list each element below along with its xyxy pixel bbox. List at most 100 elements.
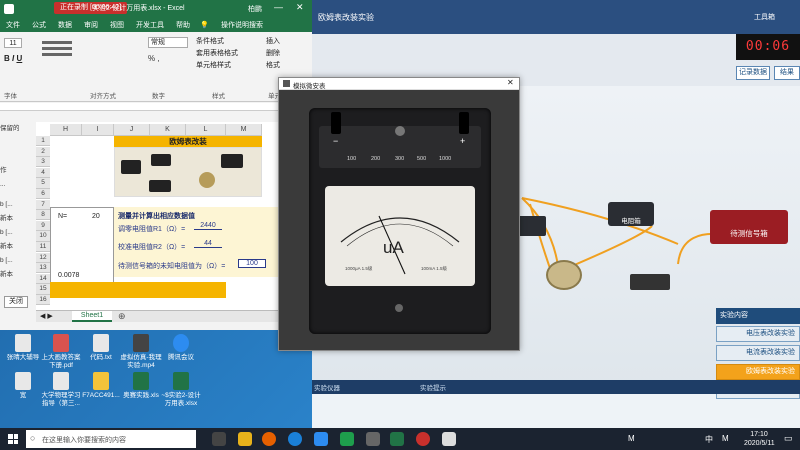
desktop-icon[interactable]: 奥赛实践.xls (120, 372, 162, 400)
align-icon[interactable] (42, 41, 72, 44)
terminal-plus[interactable] (459, 112, 469, 134)
meeting-icon[interactable] (314, 432, 328, 446)
row-header[interactable]: 3 (36, 157, 50, 168)
power-supply[interactable] (518, 216, 546, 236)
desktop-icon[interactable]: 上大画教答案下册.pdf (40, 334, 82, 370)
record-data-button[interactable]: 记录数据 (736, 66, 770, 80)
user-name[interactable]: 柏鹏 (248, 4, 262, 14)
col-header[interactable]: H (50, 124, 82, 136)
row-header[interactable]: 11 (36, 242, 50, 253)
desktop-icon[interactable]: 宽 (2, 372, 44, 400)
row-header[interactable]: 4 (36, 167, 50, 178)
sheet-tab[interactable]: Sheet1 (72, 311, 112, 322)
number-format-select[interactable]: 常规 (148, 37, 188, 48)
align-icon[interactable] (42, 53, 72, 56)
toolbox-label[interactable]: 工具箱 (754, 12, 775, 22)
close-icon[interactable]: ✕ (296, 2, 304, 13)
col-header[interactable]: K (150, 124, 186, 136)
desktop-icon[interactable]: 张晴大辅导 (2, 334, 44, 362)
delete-button[interactable]: 删除 (266, 48, 280, 60)
desktop-icon[interactable]: ~$实验2-设计万用表.xlsx (160, 372, 202, 408)
desktop-icon[interactable]: 大学物理学习指导（第三... (40, 372, 82, 408)
table-format-button[interactable]: 套用表格格式 (196, 48, 238, 60)
save-icon[interactable] (4, 4, 14, 14)
tab-instruments[interactable]: 实验仪器 (314, 382, 340, 392)
r2-value[interactable]: 44 (194, 240, 222, 248)
potentiometer[interactable] (546, 260, 582, 290)
desktop-icon[interactable]: F7ACC491... (80, 372, 122, 400)
align-icon[interactable] (42, 47, 72, 50)
switch[interactable] (630, 274, 670, 290)
bold-button[interactable]: B I U (4, 54, 22, 63)
row-header[interactable]: 9 (36, 220, 50, 231)
experiment-item-ohmmeter[interactable]: 欧姆表改装实验 (716, 364, 800, 380)
app-icon[interactable] (442, 432, 456, 446)
unknown-signal-box[interactable]: 待测信号箱 (710, 210, 788, 244)
tab-developer[interactable]: 开发工具 (130, 18, 170, 32)
add-sheet-icon[interactable]: ⊕ (118, 311, 126, 322)
close-button[interactable]: 关闭 (4, 296, 28, 308)
ime-mode-indicator[interactable]: M (628, 434, 635, 443)
col-header[interactable]: J (114, 124, 150, 136)
conditional-format-button[interactable]: 条件格式 (196, 36, 238, 48)
close-icon[interactable]: ✕ (507, 78, 514, 87)
row-header[interactable]: 1 (36, 136, 50, 147)
row-header[interactable]: 14 (36, 273, 50, 284)
row-header[interactable]: 12 (36, 252, 50, 263)
tab-file[interactable]: 文件 (0, 18, 26, 32)
tab-formulas[interactable]: 公式 (26, 18, 52, 32)
record-icon[interactable] (416, 432, 430, 446)
row-header[interactable]: 5 (36, 178, 50, 189)
taskbar-search[interactable]: ○ 在这里输入你要搜索的内容 (26, 430, 196, 448)
tab-hints[interactable]: 实验提示 (420, 382, 446, 392)
resistance-box[interactable]: 电阻箱 (608, 202, 654, 226)
row-header[interactable]: 8 (36, 210, 50, 221)
explorer-icon[interactable] (238, 432, 252, 446)
row-header[interactable]: 2 (36, 146, 50, 157)
desktop-icon[interactable]: 虚拟仿真-我理实验.mp4 (120, 334, 162, 370)
row-header[interactable]: 13 (36, 263, 50, 274)
ime-indicator[interactable]: 中 (705, 434, 713, 445)
notification-icon[interactable]: ▭ (784, 433, 793, 444)
zero-adjust-knob[interactable] (395, 126, 405, 136)
terminal-minus[interactable] (331, 112, 341, 134)
tell-me-search[interactable]: 操作说明搜索 (215, 18, 269, 32)
desktop-icon[interactable]: 腾讯会议 (160, 334, 202, 362)
cell-style-button[interactable]: 单元格样式 (196, 60, 238, 72)
row-header[interactable]: 6 (36, 189, 50, 200)
firefox-icon[interactable] (262, 432, 276, 446)
wechat-icon[interactable] (340, 432, 354, 446)
tab-data[interactable]: 数据 (52, 18, 78, 32)
sheet-nav-icon[interactable]: ◀ ▶ (40, 312, 53, 320)
experiment-item-ammeter[interactable]: 电流表改装实验 (716, 345, 800, 361)
r1-value[interactable]: 2440 (194, 222, 222, 230)
tab-review[interactable]: 审阅 (78, 18, 104, 32)
rx-value[interactable]: 100 (238, 259, 266, 268)
desktop-icon[interactable]: 代码.txt (80, 334, 122, 362)
windows-start-icon[interactable] (8, 434, 18, 444)
formula-bar[interactable] (0, 103, 312, 111)
minimize-icon[interactable]: — (274, 2, 283, 12)
result-button[interactable]: 结果 (774, 66, 800, 80)
row-header[interactable]: 7 (36, 199, 50, 210)
insert-button[interactable]: 插入 (266, 36, 280, 48)
row-header[interactable]: 10 (36, 231, 50, 242)
tab-help[interactable]: 帮助 (170, 18, 196, 32)
row-header[interactable]: 15 (36, 284, 50, 295)
col-header[interactable]: M (226, 124, 262, 136)
edge-icon[interactable] (288, 432, 302, 446)
tab-view[interactable]: 视图 (104, 18, 130, 32)
app-icon[interactable] (366, 432, 380, 446)
cell-h15[interactable]: 0.0078 (58, 272, 79, 279)
col-header[interactable]: I (82, 124, 114, 136)
row-header[interactable]: 16 (36, 295, 50, 306)
experiment-item-voltmeter[interactable]: 电压表改装实验 (716, 326, 800, 342)
n-value[interactable]: 20 (92, 213, 100, 220)
col-header[interactable]: L (186, 124, 226, 136)
excel-icon[interactable] (390, 432, 404, 446)
font-size-box[interactable]: 11 (4, 38, 22, 48)
format-button[interactable]: 格式 (266, 60, 280, 72)
task-view-icon[interactable] (212, 432, 226, 446)
percent-icon[interactable]: % , (148, 54, 160, 63)
ime-mode-indicator[interactable]: M (722, 434, 729, 443)
